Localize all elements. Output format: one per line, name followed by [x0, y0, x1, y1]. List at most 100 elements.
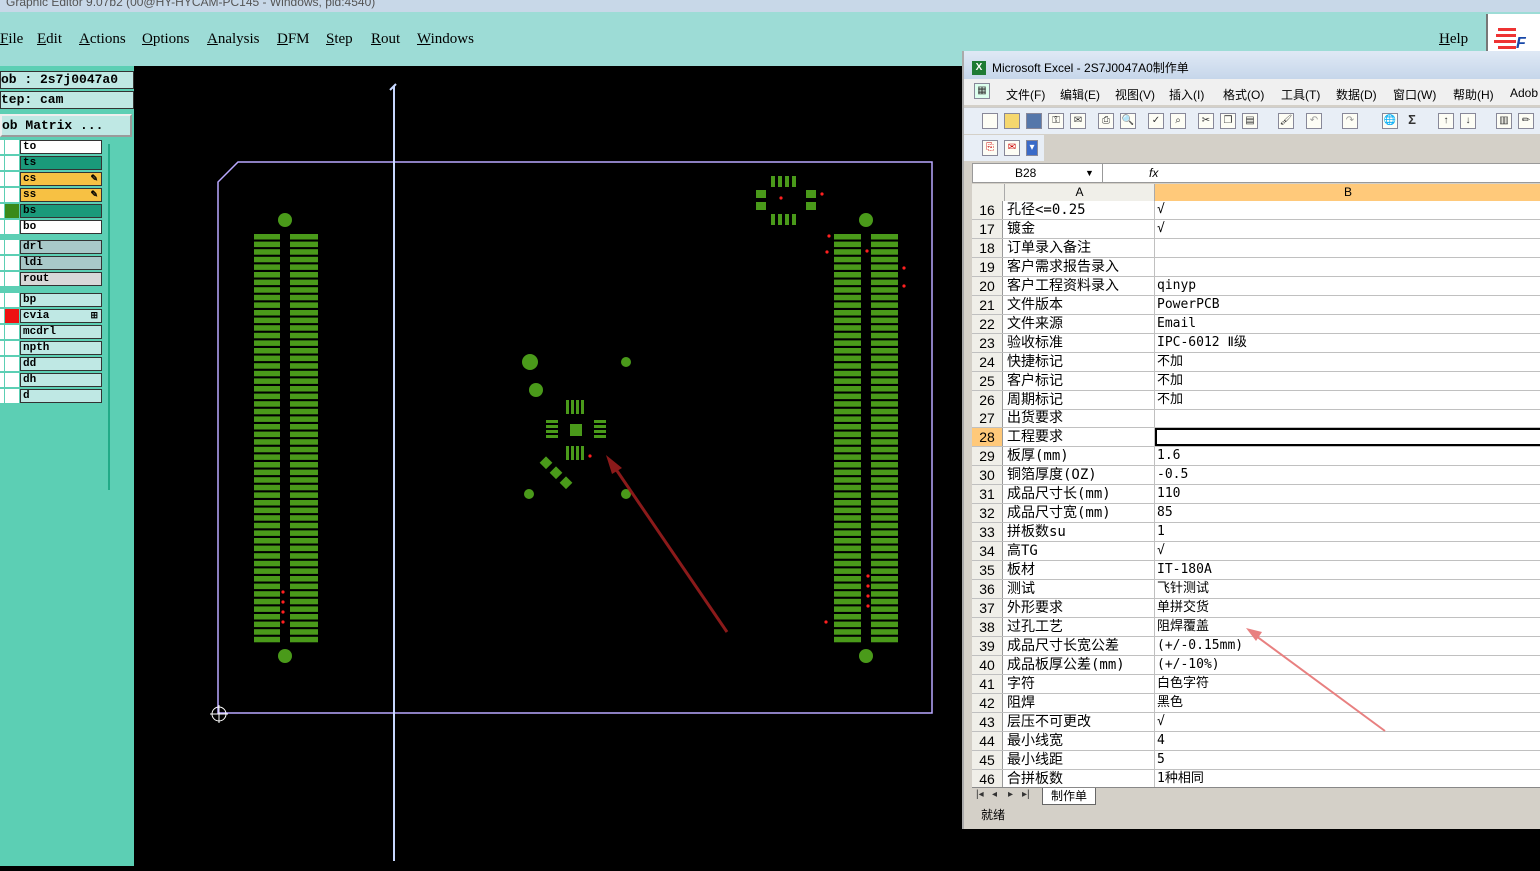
layer-row[interactable]: dd	[0, 357, 104, 371]
layer-row[interactable]: dh	[0, 373, 104, 387]
fx-label[interactable]: fx	[1149, 164, 1158, 182]
layer-color-swatch[interactable]	[5, 309, 19, 323]
cell-b[interactable]: √	[1155, 713, 1540, 731]
layer-name[interactable]: bo	[20, 220, 102, 234]
layer-name[interactable]: bs	[20, 204, 102, 218]
select-all-corner[interactable]	[972, 184, 1005, 201]
layer-select-box[interactable]	[0, 293, 4, 307]
row-number[interactable]: 45	[972, 750, 1003, 769]
cell-b[interactable]: √	[1155, 542, 1540, 560]
cell-a[interactable]: 镀金	[1005, 219, 1155, 238]
open-icon[interactable]	[1004, 113, 1020, 129]
xmenu-file[interactable]: 文件(F)	[1006, 86, 1045, 103]
cell-b[interactable]: 85	[1155, 504, 1540, 522]
cell-a[interactable]: 客户需求报告录入	[1005, 257, 1155, 276]
cell-a[interactable]: 成品尺寸长宽公差	[1005, 636, 1155, 655]
cell-a[interactable]: 客户标记	[1005, 371, 1155, 390]
cell-b[interactable]: 白色字符	[1155, 675, 1540, 693]
cell-b[interactable]	[1155, 258, 1540, 276]
new-icon[interactable]	[982, 113, 998, 129]
row-number[interactable]: 16	[972, 201, 1003, 219]
cell-a[interactable]: 高TG	[1005, 542, 1155, 561]
cell-a[interactable]: 层压不可更改	[1005, 712, 1155, 731]
cell-b[interactable]: 1种相同	[1155, 770, 1540, 788]
layer-name[interactable]: cvia ⊞	[20, 309, 102, 323]
layer-select-box[interactable]	[0, 256, 4, 270]
cell-a[interactable]: 快捷标记	[1005, 352, 1155, 371]
layer-row[interactable]: rout	[0, 272, 104, 286]
menu-dfm[interactable]: DFM	[277, 31, 310, 48]
xmenu-view[interactable]: 视图(V)	[1115, 86, 1155, 103]
copy-icon[interactable]: ❐	[1220, 113, 1236, 129]
cell-a[interactable]: 测试	[1005, 580, 1155, 598]
layer-row[interactable]: ss ✎	[0, 188, 104, 202]
cell-a[interactable]: 文件来源	[1005, 314, 1155, 333]
layer-row[interactable]: npth	[0, 341, 104, 355]
cell-b[interactable]: -0.5	[1155, 466, 1540, 484]
layer-row[interactable]: cs ✎	[0, 172, 104, 186]
xmenu-window[interactable]: 窗口(W)	[1393, 86, 1436, 103]
cell-b[interactable]: (+/-0.15mm)	[1155, 637, 1540, 655]
row-number[interactable]: 17	[972, 219, 1003, 238]
workbook-icon[interactable]: ▦	[974, 83, 990, 99]
row-number[interactable]: 24	[972, 352, 1003, 371]
hyperlink-icon[interactable]: 🌐	[1382, 113, 1398, 129]
row-number[interactable]: 29	[972, 447, 1003, 466]
layer-row[interactable]: drl	[0, 240, 104, 254]
row-number[interactable]: 41	[972, 674, 1003, 693]
layer-select-box[interactable]	[0, 240, 4, 254]
graphic-canvas[interactable]	[134, 66, 962, 866]
layer-name[interactable]: rout	[20, 272, 102, 286]
menu-windows[interactable]: Windows	[417, 31, 474, 48]
row-number[interactable]: 33	[972, 523, 1003, 542]
layer-color-swatch[interactable]	[5, 156, 19, 170]
cell-b[interactable]: IT-180A	[1155, 561, 1540, 579]
row-number[interactable]: 27	[972, 409, 1003, 428]
permission-icon[interactable]: ⚿	[1048, 113, 1064, 129]
cell-a[interactable]: 拼板数su	[1005, 523, 1155, 542]
layer-row[interactable]: bs	[0, 204, 104, 218]
cell-a[interactable]: 阻焊	[1005, 693, 1155, 712]
column-header-b[interactable]: B	[1155, 184, 1540, 201]
cell-b[interactable]: 110	[1155, 485, 1540, 503]
row-number[interactable]: 38	[972, 617, 1003, 636]
row-number[interactable]: 36	[972, 580, 1003, 598]
xmenu-data[interactable]: 数据(D)	[1336, 86, 1377, 103]
row-number[interactable]: 31	[972, 485, 1003, 504]
cell-b[interactable]: 飞针测试	[1155, 580, 1540, 598]
layer-select-box[interactable]	[0, 373, 4, 387]
layer-name[interactable]: d	[20, 389, 102, 403]
cell-a[interactable]: 最小线距	[1005, 750, 1155, 769]
cell-b[interactable]: √	[1155, 201, 1540, 219]
cell-b[interactable]: 1.6	[1155, 447, 1540, 465]
layer-row[interactable]: cvia ⊞	[0, 309, 104, 323]
row-number[interactable]: 46	[972, 769, 1003, 787]
layer-color-swatch[interactable]	[5, 389, 19, 403]
cell-b[interactable]: 5	[1155, 751, 1540, 769]
layer-color-swatch[interactable]	[5, 140, 19, 154]
layer-name[interactable]: mcdrl	[20, 325, 102, 339]
menu-actions[interactable]: Actions	[79, 31, 126, 48]
layer-name[interactable]: drl	[20, 240, 102, 254]
cell-a[interactable]: 板厚(mm)	[1005, 447, 1155, 466]
cell-b[interactable]: 不加	[1155, 353, 1540, 371]
layer-color-swatch[interactable]	[5, 220, 19, 234]
cell-a[interactable]: 铜箔厚度(OZ)	[1005, 466, 1155, 485]
cell-a[interactable]: 成品尺寸长(mm)	[1005, 485, 1155, 504]
paste-icon[interactable]: ▤	[1242, 113, 1258, 129]
row-number[interactable]: 37	[972, 598, 1003, 617]
last-sheet-icon[interactable]: ▸|	[1022, 789, 1030, 800]
row-number[interactable]: 42	[972, 693, 1003, 712]
xmenu-edit[interactable]: 编辑(E)	[1060, 86, 1100, 103]
layer-name[interactable]: dh	[20, 373, 102, 387]
menu-file[interactable]: File	[0, 31, 23, 48]
layer-name[interactable]: bp	[20, 293, 102, 307]
row-number[interactable]: 18	[972, 238, 1003, 257]
row-number[interactable]: 21	[972, 295, 1003, 314]
layer-select-box[interactable]	[0, 156, 4, 170]
autosum-icon[interactable]: Σ	[1404, 113, 1420, 129]
layer-color-swatch[interactable]	[5, 357, 19, 371]
layer-select-box[interactable]	[0, 325, 4, 339]
layer-select-box[interactable]	[0, 188, 4, 202]
layer-color-swatch[interactable]	[5, 204, 19, 218]
